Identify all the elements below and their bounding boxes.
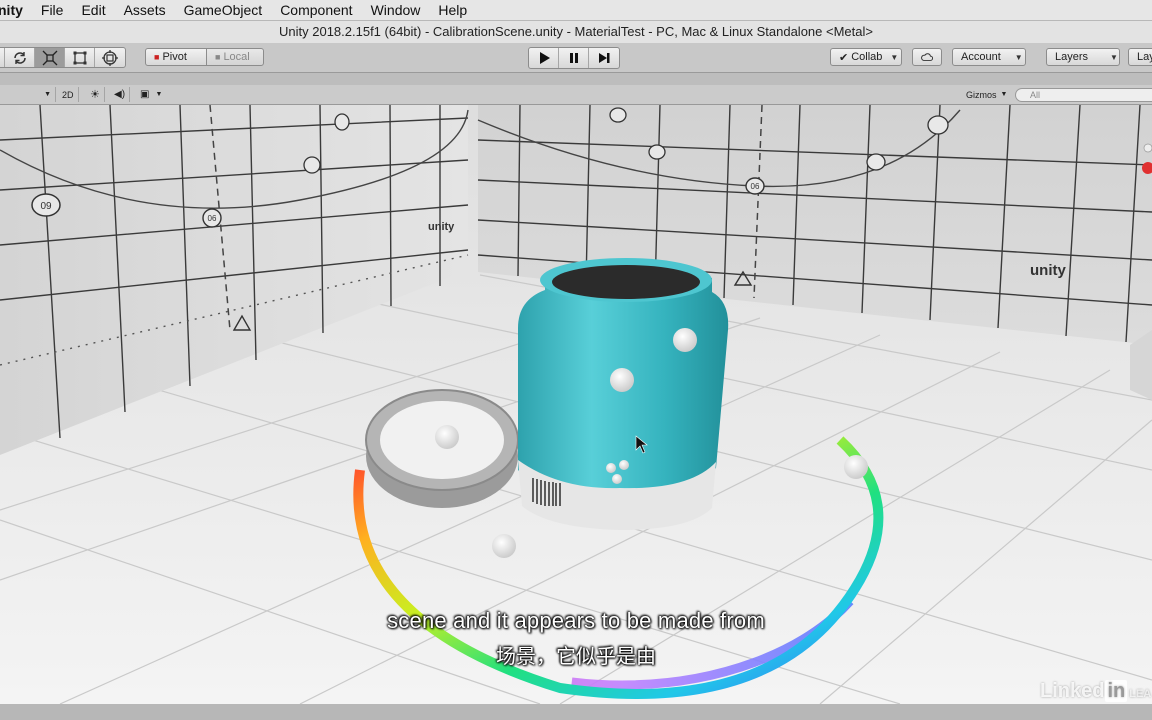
scene-toolbar: ▼ 2D ☀ ◀) ▣ ▼ Gizmos ▼ All — [0, 85, 1152, 105]
wall-number-label: 06 — [208, 214, 217, 223]
status-bar — [0, 704, 1152, 720]
transform-tools — [0, 47, 126, 68]
menu-gameobject[interactable]: GameObject — [175, 0, 272, 21]
scale-tool-button[interactable] — [35, 48, 65, 67]
unity-logo-text: unity — [1030, 262, 1066, 279]
transform-tool-button[interactable] — [95, 48, 125, 67]
local-label: Local — [223, 51, 250, 63]
unity-logo-text: unity — [428, 221, 455, 233]
playback-controls — [528, 47, 620, 69]
layers-label: Layers — [1055, 51, 1089, 63]
menu-bar: nity File Edit Assets GameObject Compone… — [0, 0, 1152, 21]
chevron-down-icon: ▼ — [1014, 52, 1023, 62]
local-icon: ■ — [215, 52, 221, 62]
linkedin-watermark: Linked in LEA — [1040, 680, 1151, 703]
menu-component[interactable]: Component — [271, 0, 361, 21]
rotate-tool-button[interactable] — [5, 48, 35, 67]
collab-dropdown[interactable]: ✔ Collab ▼ — [830, 48, 902, 66]
local-toggle[interactable]: ■ Local — [206, 48, 264, 66]
scene-search-input[interactable]: All — [1015, 88, 1152, 102]
audio-toggle[interactable]: ◀) — [110, 87, 131, 102]
image-icon: ▣ — [140, 89, 150, 100]
sun-icon: ☀ — [90, 89, 100, 101]
collab-label: Collab — [851, 51, 883, 63]
chevron-down-icon: ▼ — [155, 91, 163, 98]
menu-window[interactable]: Window — [362, 0, 430, 21]
account-dropdown[interactable]: Account ▼ — [952, 48, 1026, 66]
rect-icon — [73, 51, 86, 64]
rect-tool-button[interactable] — [65, 48, 95, 67]
speaker-icon: ◀) — [114, 89, 126, 100]
step-button[interactable] — [589, 48, 619, 68]
cloud-button[interactable] — [912, 48, 942, 66]
subtitle-english: scene and it appears to be made from — [387, 608, 765, 633]
shading-mode-dropdown[interactable]: ▼ — [0, 87, 56, 102]
wall-number-label: 09 — [40, 201, 52, 212]
wall-number-label: 06 — [751, 182, 760, 191]
toggle-2d-button[interactable]: 2D — [58, 87, 79, 102]
layers-dropdown[interactable]: Layers ▼ — [1046, 48, 1120, 66]
app-menu-unity[interactable]: nity — [0, 0, 32, 21]
transform-icon — [102, 49, 118, 66]
check-icon: ✔ — [839, 51, 849, 64]
effects-dropdown[interactable]: ▣ ▼ — [136, 87, 166, 102]
scale-icon — [42, 50, 57, 65]
cloud-icon — [921, 53, 933, 61]
search-placeholder: All — [1030, 90, 1041, 100]
pivot-label: Pivot — [162, 51, 187, 63]
chevron-down-icon: ▼ — [1110, 52, 1118, 62]
rotate-icon — [13, 51, 26, 64]
account-label: Account — [961, 51, 1001, 63]
menu-edit[interactable]: Edit — [72, 0, 114, 21]
pivot-toggle[interactable]: ■ Pivot — [145, 48, 207, 66]
watermark-badge: in — [1105, 680, 1128, 702]
menu-file[interactable]: File — [32, 0, 73, 21]
menu-help[interactable]: Help — [429, 0, 476, 21]
gizmos-label: Gizmos — [966, 89, 997, 100]
chevron-down-icon: ▼ — [890, 52, 899, 62]
play-button[interactable] — [529, 48, 559, 68]
pivot-icon: ■ — [154, 52, 160, 62]
chevron-down-icon: ▼ — [44, 91, 51, 98]
subtitle-chinese: 场景，它似乎是由 — [496, 646, 656, 668]
pause-icon — [569, 53, 578, 63]
step-icon — [599, 53, 610, 63]
gizmos-dropdown[interactable]: Gizmos ▼ — [962, 87, 1011, 102]
pause-button[interactable] — [559, 48, 589, 68]
watermark-brand: Linked — [1040, 680, 1105, 702]
menu-assets[interactable]: Assets — [115, 0, 175, 21]
play-icon — [539, 52, 550, 64]
main-toolbar: ■ Pivot ■ Local ✔ Collab ▼ Account ▼ Lay… — [0, 43, 1152, 73]
scene-tab-strip — [0, 73, 1152, 85]
watermark-suffix: LEA — [1129, 688, 1152, 700]
lighting-toggle[interactable]: ☀ — [86, 87, 105, 102]
layout-label: Lay — [1137, 51, 1152, 63]
layout-dropdown[interactable]: Lay — [1128, 48, 1152, 66]
chevron-down-icon: ▼ — [1000, 91, 1008, 98]
window-title: Unity 2018.2.15f1 (64bit) - CalibrationS… — [0, 21, 1152, 43]
toggle-2d-label: 2D — [62, 89, 74, 100]
